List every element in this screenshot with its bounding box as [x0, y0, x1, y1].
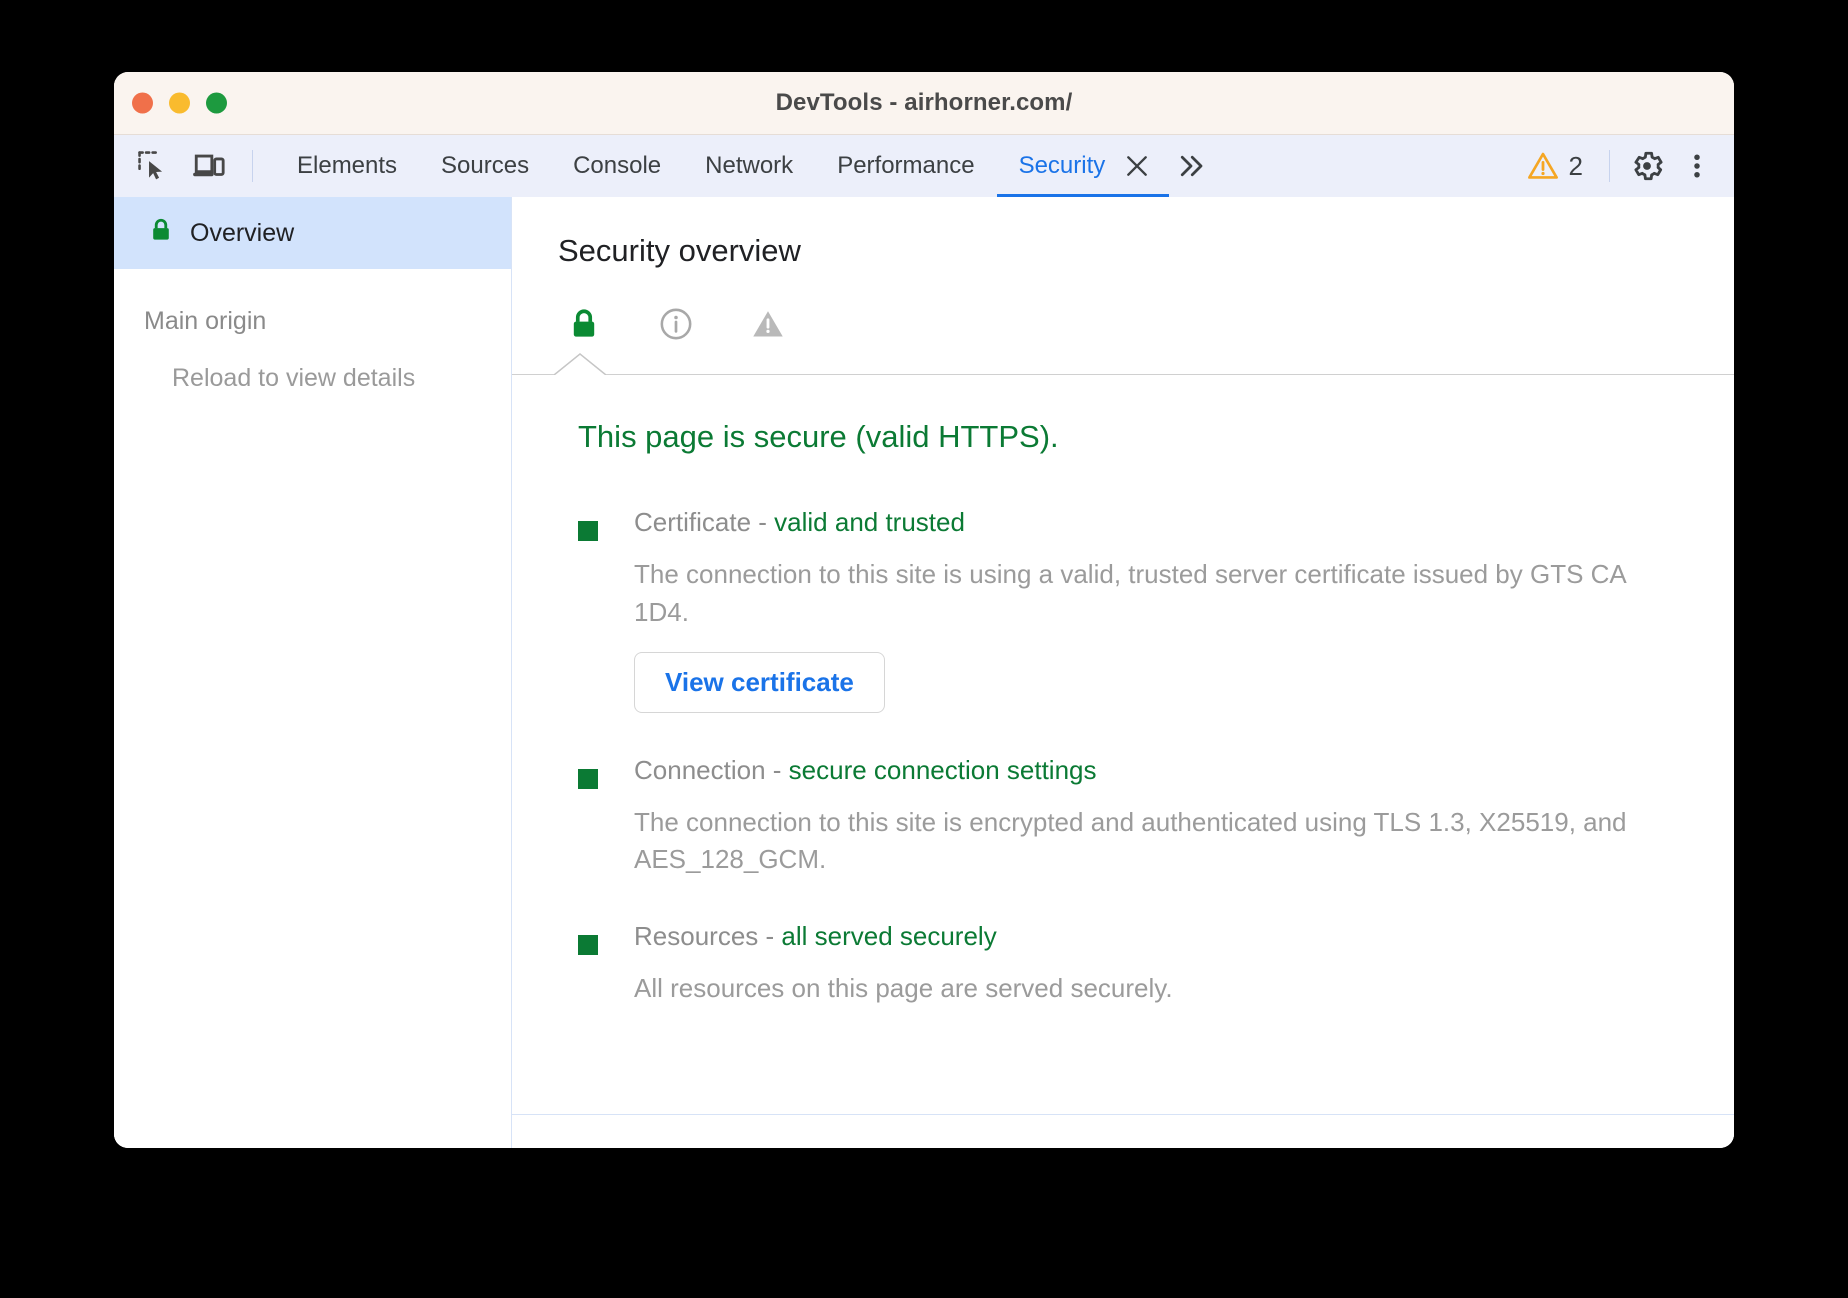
warning-triangle-icon[interactable]: [748, 304, 788, 344]
status-square-icon: [578, 521, 598, 541]
tab-network-label: Network: [705, 152, 793, 180]
three-dot-menu-icon[interactable]: [1674, 143, 1720, 189]
tab-sources-label: Sources: [441, 152, 529, 180]
lock-icon: [148, 217, 174, 250]
section-certificate-status: valid and trusted: [774, 507, 965, 537]
window-titlebar: DevTools - airhorner.com/: [114, 72, 1734, 135]
toolbar-icons: [130, 143, 275, 189]
security-details: This page is secure (valid HTTPS). Certi…: [512, 375, 1734, 1008]
summary-icon-row: [512, 269, 1734, 353]
devtools-body: Overview Main origin Reload to view deta…: [114, 197, 1734, 1148]
section-resources-status: all served securely: [781, 921, 996, 951]
security-headline: This page is secure (valid HTTPS).: [558, 375, 1734, 455]
window-controls: [132, 93, 227, 114]
maximize-window-button[interactable]: [206, 93, 227, 114]
section-connection-description: The connection to this site is encrypted…: [634, 804, 1634, 879]
security-main-panel: Security overview: [512, 197, 1734, 1148]
panel-bottom-divider: [512, 1114, 1734, 1115]
minimize-window-button[interactable]: [169, 93, 190, 114]
section-certificate-heading: Certificate - valid and trusted: [634, 507, 1634, 538]
section-resources-title: Resources: [634, 921, 758, 951]
security-sidebar: Overview Main origin Reload to view deta…: [114, 197, 512, 1148]
tab-security-label: Security: [1019, 152, 1106, 180]
warning-count: 2: [1569, 151, 1583, 182]
view-certificate-button[interactable]: View certificate: [634, 652, 885, 713]
section-certificate: Certificate - valid and trusted The conn…: [558, 507, 1734, 713]
section-resources-separator: -: [758, 921, 781, 951]
section-connection-separator: -: [766, 755, 789, 785]
tab-performance-label: Performance: [837, 152, 974, 180]
warning-badge[interactable]: 2: [1515, 150, 1595, 182]
devtools-tabbar: Elements Sources Console Network Perform…: [114, 135, 1734, 197]
right-controls-divider: [1609, 150, 1610, 182]
device-toolbar-icon[interactable]: [186, 143, 232, 189]
section-certificate-separator: -: [751, 507, 774, 537]
tab-sources[interactable]: Sources: [419, 135, 551, 197]
selected-indicator-notch: [554, 353, 606, 375]
screenshot-stage: DevTools - airhorner.com/: [0, 0, 1848, 1298]
tab-elements[interactable]: Elements: [275, 135, 419, 197]
close-icon[interactable]: [1115, 135, 1159, 197]
tab-performance[interactable]: Performance: [815, 135, 996, 197]
tab-console[interactable]: Console: [551, 135, 683, 197]
sidebar-main-origin-label: Main origin: [114, 307, 511, 336]
tab-elements-label: Elements: [297, 152, 397, 180]
tab-network[interactable]: Network: [683, 135, 815, 197]
inspect-element-icon[interactable]: [130, 143, 176, 189]
info-circle-icon[interactable]: [656, 304, 696, 344]
section-connection-heading: Connection - secure connection settings: [634, 755, 1634, 786]
chevron-double-right-icon[interactable]: [1165, 135, 1217, 197]
sidebar-reload-hint: Reload to view details: [114, 364, 511, 393]
section-connection-title: Connection: [634, 755, 766, 785]
section-connection: Connection - secure connection settings …: [558, 755, 1734, 880]
sidebar-item-overview[interactable]: Overview: [114, 197, 511, 269]
toolbar-divider: [252, 150, 253, 182]
window-title: DevTools - airhorner.com/: [114, 89, 1734, 117]
section-certificate-description: The connection to this site is using a v…: [634, 556, 1634, 631]
section-resources: Resources - all served securely All reso…: [558, 921, 1734, 1008]
close-window-button[interactable]: [132, 93, 153, 114]
tabbar-right-controls: 2: [1515, 143, 1734, 189]
section-connection-status: secure connection settings: [789, 755, 1097, 785]
tab-security[interactable]: Security: [997, 135, 1116, 197]
page-title: Security overview: [512, 197, 1734, 269]
tab-console-label: Console: [573, 152, 661, 180]
lock-icon[interactable]: [564, 304, 604, 344]
summary-divider: [512, 353, 1734, 375]
section-certificate-title: Certificate: [634, 507, 751, 537]
status-square-icon: [578, 769, 598, 789]
status-square-icon: [578, 935, 598, 955]
panel-tabs: Elements Sources Console Network Perform…: [275, 135, 1217, 197]
gear-icon[interactable]: [1624, 143, 1670, 189]
devtools-window: DevTools - airhorner.com/: [114, 72, 1734, 1148]
sidebar-item-overview-label: Overview: [190, 219, 294, 248]
warning-triangle-icon: [1527, 150, 1559, 182]
section-resources-heading: Resources - all served securely: [634, 921, 1173, 952]
section-resources-description: All resources on this page are served se…: [634, 970, 1173, 1008]
